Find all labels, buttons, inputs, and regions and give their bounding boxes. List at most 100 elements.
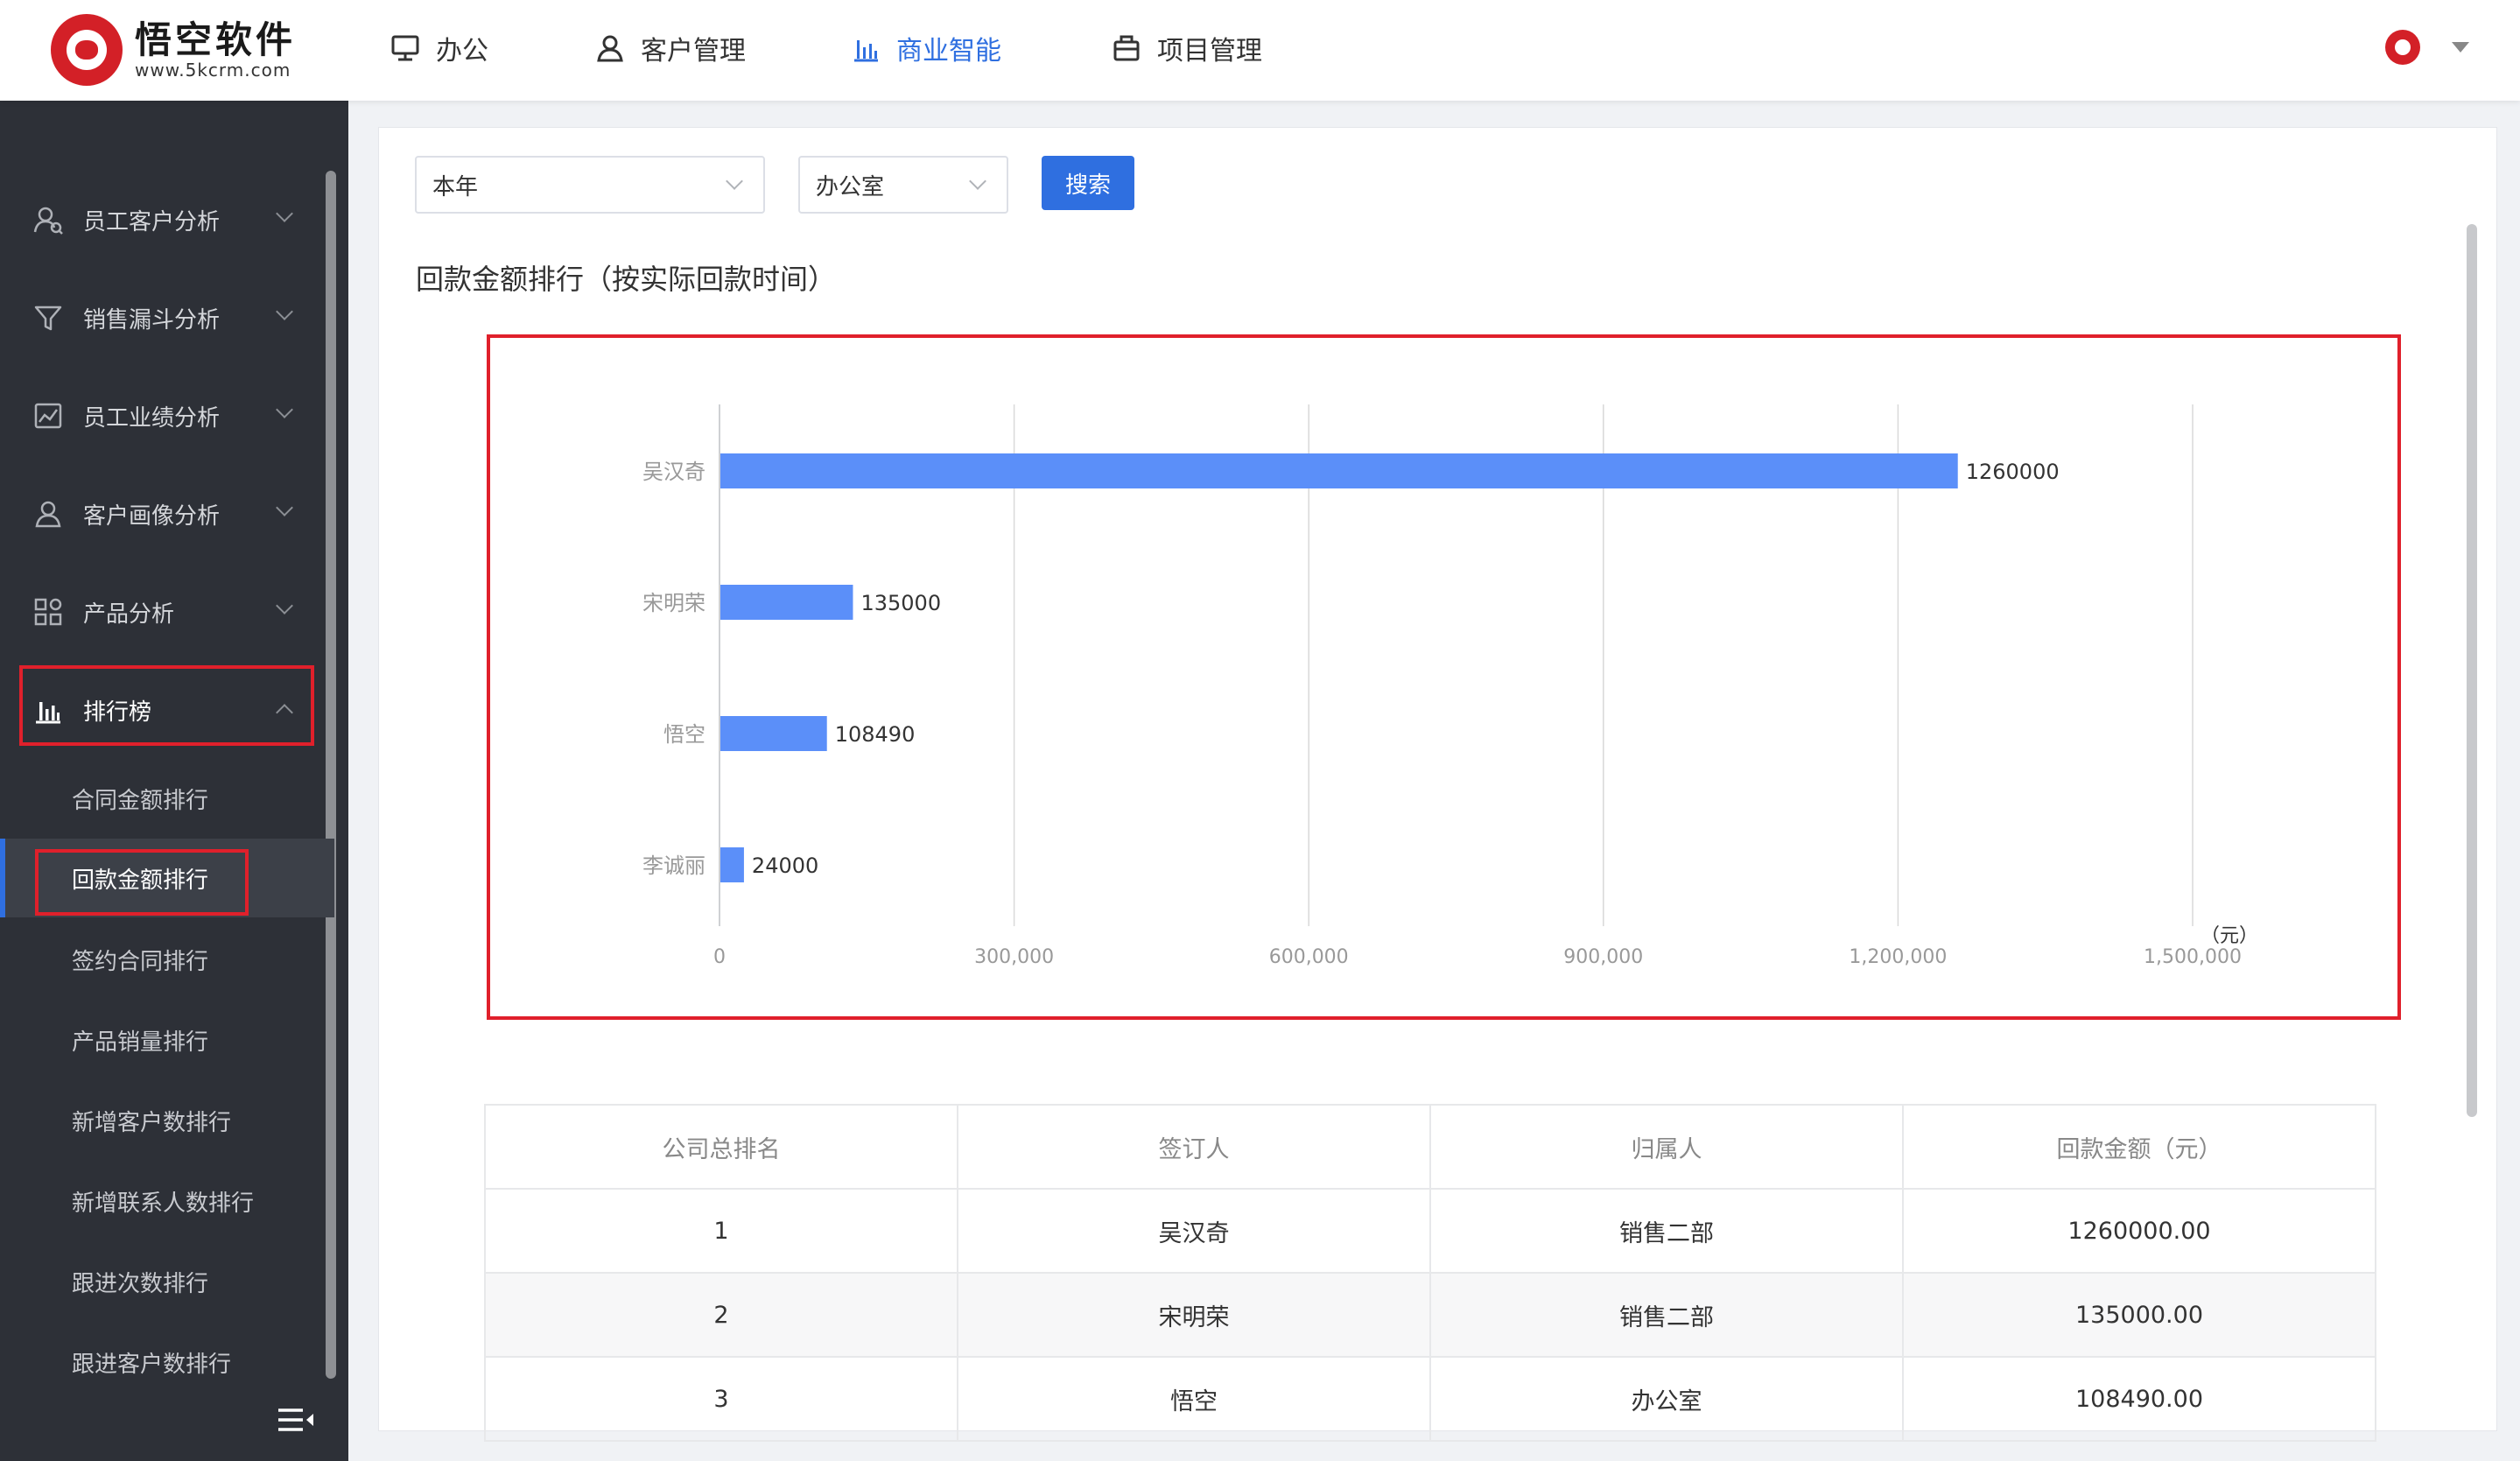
cell-owner: 销售二部 <box>1429 1188 1904 1274</box>
column-header-rank[interactable]: 公司总排名 <box>484 1104 958 1190</box>
cell-rank: 1 <box>484 1188 958 1274</box>
collapse-menu-icon[interactable] <box>277 1405 315 1435</box>
ranking-table: 公司总排名 签订人 归属人 回款金额（元） 1 吴汉奇 销售二部 1260000… <box>484 1104 2376 1442</box>
cell-owner: 办公室 <box>1429 1356 1904 1442</box>
monitor-icon <box>391 35 419 61</box>
chevron-down-icon <box>276 597 293 615</box>
table-row[interactable]: 1 吴汉奇 销售二部 1260000.00 <box>484 1188 2376 1274</box>
sidebar-subitem-label: 合同金额排行 <box>72 787 209 814</box>
nav-project-label: 项目管理 <box>1157 36 1262 67</box>
cell-rank: 2 <box>484 1272 958 1358</box>
brand-url: www.5kcrm.com <box>135 60 291 81</box>
main-panel: 本年 办公室 搜索 回款金额排行（按实际回款时间） 0 300,000 600,00… <box>378 127 2497 1442</box>
chevron-down-icon <box>276 205 293 222</box>
cell-amount: 108490.00 <box>1902 1356 2376 1442</box>
sidebar-item-label: 销售漏斗分析 <box>83 306 221 334</box>
x-axis-unit-label: （元） <box>2201 925 2258 947</box>
bar <box>720 716 827 751</box>
briefcase-icon <box>1113 35 1140 61</box>
sidebar-subitem-label: 产品销量排行 <box>72 1029 209 1056</box>
bar-value-label: 1260000 <box>1966 460 2060 484</box>
sidebar-item-product-analysis[interactable]: 产品分析 <box>0 577 315 647</box>
sidebar-item-customer-portrait[interactable]: 客户画像分析 <box>0 479 315 549</box>
sidebar-item-label: 员工客户分析 <box>83 208 221 235</box>
x-tick-label: 300,000 <box>974 946 1054 968</box>
nav-customer-label: 客户管理 <box>641 36 746 67</box>
y-category-label: 吴汉奇 <box>642 460 705 484</box>
sidebar-subitem-label: 新增联系人数排行 <box>72 1190 255 1217</box>
bar <box>720 847 744 882</box>
sidebar-subitem-followup-count-ranking[interactable]: 跟进次数排行 <box>0 1242 334 1321</box>
bar <box>720 585 853 620</box>
sidebar-item-ranking[interactable]: 排行榜 <box>0 675 315 745</box>
sidebar-item-label: 排行榜 <box>83 699 152 726</box>
bar-value-label: 135000 <box>860 591 941 615</box>
brand-logo[interactable]: 悟空软件 www.5kcrm.com <box>51 14 296 86</box>
person-icon <box>35 501 61 528</box>
grid-icon <box>34 598 62 626</box>
table-header-row: 公司总排名 签订人 归属人 回款金额（元） <box>484 1104 2376 1190</box>
chevron-down-icon <box>276 401 293 418</box>
sidebar-subitem-payment-amount-ranking[interactable]: 回款金额排行 <box>0 839 334 917</box>
nav-project-management[interactable]: 项目管理 <box>1112 0 1262 96</box>
table-row[interactable]: 2 宋明荣 销售二部 135000.00 <box>484 1272 2376 1358</box>
cell-owner: 销售二部 <box>1429 1272 1904 1358</box>
funnel-icon <box>34 306 62 331</box>
user-analysis-icon <box>33 207 63 235</box>
nav-bi-label: 商业智能 <box>896 36 1001 67</box>
line-chart-icon <box>34 403 62 429</box>
avatar[interactable] <box>2385 30 2420 65</box>
nav-customer-management[interactable]: 客户管理 <box>595 0 746 96</box>
column-header-owner[interactable]: 归属人 <box>1429 1104 1904 1190</box>
sidebar-subitem-label: 跟进次数排行 <box>72 1270 209 1297</box>
sidebar-subitem-signed-contract-ranking[interactable]: 签约合同排行 <box>0 920 334 999</box>
chevron-down-icon <box>276 303 293 320</box>
nav-business-intelligence[interactable]: 商业智能 <box>851 0 1001 96</box>
sidebar-subitem-followup-customer-ranking[interactable]: 跟进客户数排行 <box>0 1323 334 1401</box>
bar-value-label: 108490 <box>835 722 916 747</box>
table-row[interactable]: 3 悟空 办公室 108490.00 <box>484 1356 2376 1442</box>
y-category-label: 李诚丽 <box>642 853 705 878</box>
top-navigation-bar: 悟空软件 www.5kcrm.com 办公 客户管理 商业智能 项目管理 <box>0 0 2520 101</box>
sidebar-subitem-label: 新增客户数排行 <box>72 1109 232 1136</box>
column-header-amount[interactable]: 回款金额（元） <box>1902 1104 2376 1190</box>
sidebar-item-employee-performance[interactable]: 员工业绩分析 <box>0 381 315 451</box>
sidebar-item-label: 客户画像分析 <box>83 502 221 530</box>
sidebar-subitem-contract-amount-ranking[interactable]: 合同金额排行 <box>0 759 334 838</box>
sidebar-item-sales-funnel[interactable]: 销售漏斗分析 <box>0 283 315 353</box>
bar-chart-icon <box>36 702 60 724</box>
sidebar-item-label: 产品分析 <box>83 601 175 628</box>
y-category-label: 悟空 <box>663 722 705 747</box>
sidebar-subitem-label: 签约合同排行 <box>72 948 209 975</box>
x-tick-label: 600,000 <box>1269 946 1349 968</box>
sidebar: 员工客户分析 销售漏斗分析 员工业绩分析 客户画像分析 产品分析 排行榜 合同金… <box>0 101 348 1461</box>
x-tick-label: 1,500,000 <box>2144 946 2242 968</box>
bar <box>720 453 1958 488</box>
cell-signer: 宋明荣 <box>957 1272 1431 1358</box>
x-tick-label: 1,200,000 <box>1849 946 1947 968</box>
cell-rank: 3 <box>484 1356 958 1442</box>
sidebar-item-employee-customer-analysis[interactable]: 员工客户分析 <box>0 185 315 255</box>
sidebar-subitem-new-customer-ranking[interactable]: 新增客户数排行 <box>0 1081 334 1160</box>
bar-chart-icon <box>854 40 878 62</box>
user-menu[interactable] <box>2385 30 2469 65</box>
sidebar-subitem-product-sales-ranking[interactable]: 产品销量排行 <box>0 1001 334 1079</box>
nav-office-label: 办公 <box>436 36 488 67</box>
sidebar-subitem-new-contact-ranking[interactable]: 新增联系人数排行 <box>0 1162 334 1240</box>
monkey-logo-icon <box>51 14 123 86</box>
ranking-bar-chart: 0 300,000 600,000 900,000 1,200,000 1,500,000… <box>642 404 2258 968</box>
chevron-down-icon <box>276 499 293 516</box>
cell-signer: 悟空 <box>957 1356 1431 1442</box>
sidebar-subitem-label: 跟进客户数排行 <box>72 1351 232 1378</box>
nav-office[interactable]: 办公 <box>390 0 488 96</box>
y-category-label: 宋明荣 <box>642 591 705 615</box>
caret-down-icon[interactable] <box>2452 42 2469 53</box>
column-header-signer[interactable]: 签订人 <box>957 1104 1431 1190</box>
brand-name: 悟空软件 <box>135 18 297 61</box>
bar-value-label: 24000 <box>752 853 818 878</box>
chevron-up-icon <box>276 704 293 721</box>
x-tick-label: 0 <box>713 946 726 968</box>
x-tick-label: 900,000 <box>1563 946 1643 968</box>
person-icon <box>597 35 623 62</box>
sidebar-item-label: 员工业绩分析 <box>83 404 221 432</box>
